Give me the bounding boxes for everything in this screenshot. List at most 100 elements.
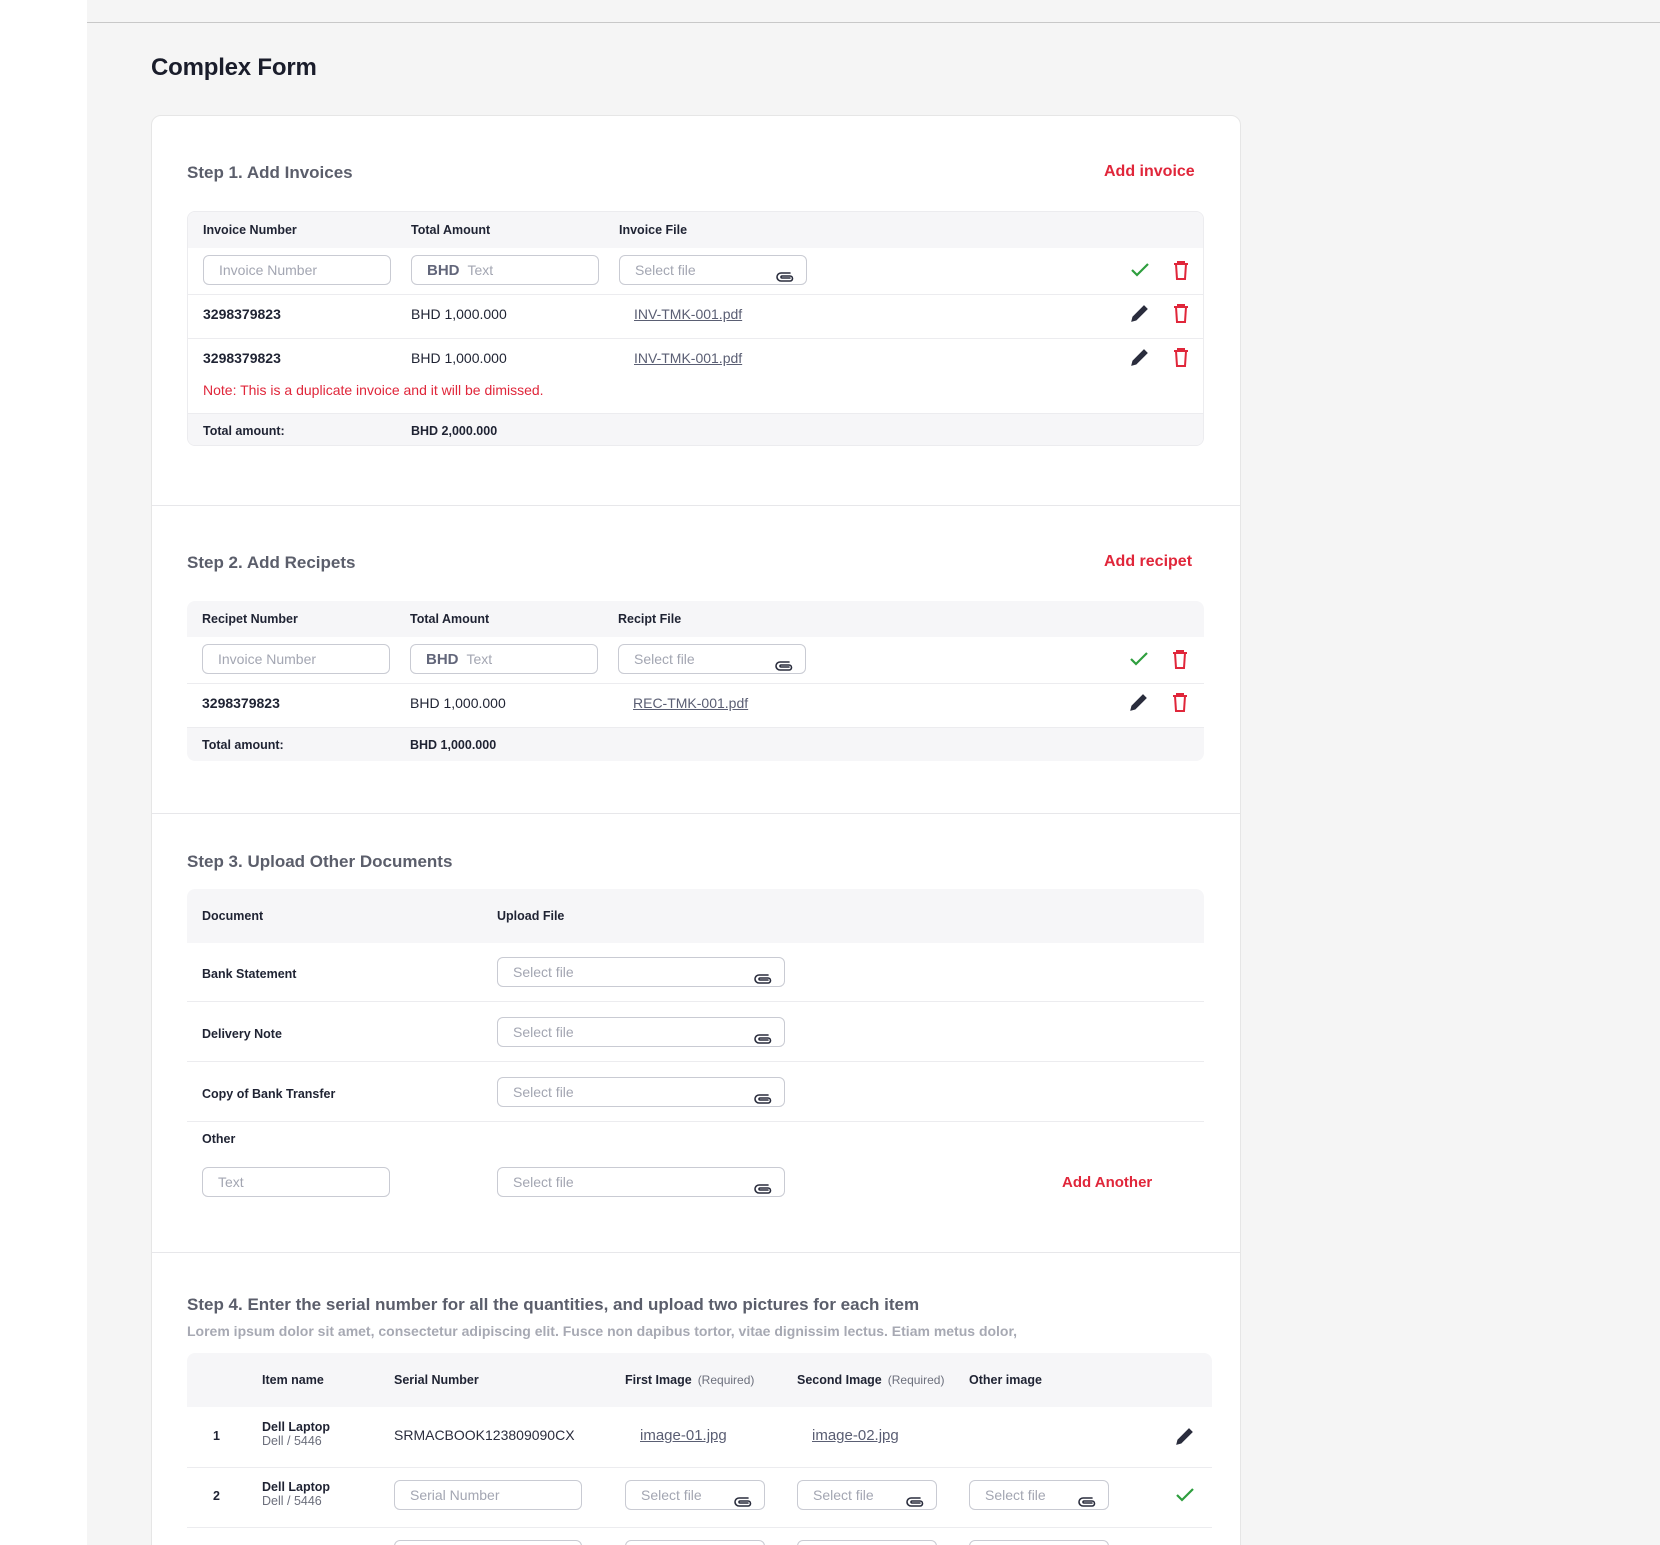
col-invoice-file: Invoice File [619,223,688,237]
file-placeholder: Select file [634,651,695,667]
bank-transfer-file-input[interactable]: Select file [497,1077,785,1107]
required-label: (Required) [887,1373,945,1387]
col-document: Document [202,909,264,923]
invoice-number-cell: 3298379823 [203,306,281,322]
recipet-file-input[interactable]: Select file [618,644,806,674]
trash-icon[interactable] [1169,691,1191,713]
recipet-amount-cell: BHD 1,000.000 [410,695,506,711]
step4-title: Step 4. Enter the serial number for all … [187,1295,920,1314]
total-value: BHD 2,000.000 [411,424,498,438]
total-value: BHD 1,000.000 [410,738,497,752]
second-image-file-input[interactable] [797,1540,937,1545]
recipets-table: Recipet Number Total Amount Recipt File … [187,601,1204,761]
first-image-file-input[interactable]: Select file [625,1480,765,1510]
second-image-file-input[interactable]: Select file [797,1480,937,1510]
recipet-number-input[interactable]: Invoice Number [202,644,390,674]
total-label: Total amount: [202,738,284,752]
file-placeholder: Select file [635,262,696,278]
document-label: Copy of Bank Transfer [202,1087,336,1101]
add-another-button[interactable]: Add Another [1062,1174,1152,1191]
col-total-amount: Total Amount [411,223,491,237]
document-label: Delivery Note [202,1027,282,1041]
check-icon[interactable] [1129,259,1151,281]
step1-section: Step 1. Add Invoices Add invoice Invoice… [152,116,1240,506]
invoice-amount-cell: BHD 1,000.000 [411,306,507,322]
items-table: Item name Serial Number First Image (Requ… [187,1353,1212,1545]
documents-table: Document Upload File Bank Statement Sele… [187,889,1204,1219]
paperclip-icon [754,1176,774,1204]
currency-prefix: BHD [426,651,459,668]
paperclip-icon [906,1489,926,1517]
invoice-amount-input[interactable]: BHD Text [411,255,599,285]
col-total-amount: Total Amount [410,612,490,626]
file-placeholder: Select file [513,964,574,980]
trash-icon[interactable] [1170,259,1192,281]
col-upload-file: Upload File [497,909,565,923]
paperclip-icon [754,1026,774,1054]
first-image-link[interactable]: image-01.jpg [640,1427,727,1444]
document-label: Bank Statement [202,967,297,981]
duplicate-note: Note: This is a duplicate invoice and it… [203,382,544,398]
check-icon[interactable] [1174,1484,1196,1506]
file-placeholder: Select file [513,1174,574,1190]
paperclip-icon [776,264,796,292]
other-document-file-input[interactable]: Select file [497,1167,785,1197]
add-invoice-button[interactable]: Add invoice [1104,163,1195,181]
row-index: 2 [213,1489,220,1503]
second-image-label: Second Image [797,1373,882,1387]
col-other-image: Other image [969,1373,1042,1387]
item-meta: Dell / 5446 [262,1494,322,1508]
invoices-total-row [188,413,1203,445]
paperclip-icon [754,966,774,994]
trash-icon[interactable] [1170,302,1192,324]
step3-title: Step 3. Upload Other Documents [187,852,453,871]
pencil-icon[interactable] [1129,302,1151,324]
pencil-icon[interactable] [1129,346,1151,368]
trash-icon[interactable] [1169,648,1191,670]
recipet-file-link[interactable]: REC-TMK-001.pdf [633,695,748,711]
other-image-file-input[interactable] [969,1540,1109,1545]
invoice-file-link[interactable]: INV-TMK-001.pdf [634,306,742,322]
invoice-number-input[interactable]: Invoice Number [203,255,391,285]
total-label: Total amount: [203,424,285,438]
step2-title: Step 2. Add Recipets [187,553,356,572]
serial-number-cell: SRMACBOOK123809090CX [394,1427,575,1443]
step3-section: Step 3. Upload Other Documents Document … [152,814,1240,1254]
pencil-icon[interactable] [1174,1425,1196,1447]
file-placeholder: Select file [513,1024,574,1040]
pencil-icon[interactable] [1128,691,1150,713]
paperclip-icon [1078,1489,1098,1517]
invoice-file-input[interactable]: Select file [619,255,807,285]
first-image-label: First Image [625,1373,692,1387]
other-image-file-input[interactable]: Select file [969,1480,1109,1510]
delivery-note-file-input[interactable]: Select file [497,1017,785,1047]
recipets-total-row [187,727,1204,761]
trash-icon[interactable] [1170,346,1192,368]
check-icon[interactable] [1128,648,1150,670]
page-title: Complex Form [151,54,317,81]
invoice-file-link[interactable]: INV-TMK-001.pdf [634,350,742,366]
add-recipet-button[interactable]: Add recipet [1104,553,1192,571]
col-invoice-number: Invoice Number [203,223,297,237]
recipet-amount-input[interactable]: BHD Text [410,644,598,674]
bank-statement-file-input[interactable]: Select file [497,957,785,987]
step1-title: Step 1. Add Invoices [187,163,353,182]
form-card: Step 1. Add Invoices Add invoice Invoice… [151,115,1241,1545]
col-first-image: First Image (Required) [625,1373,754,1387]
serial-number-input[interactable]: Serial Number [394,1480,582,1510]
second-image-link[interactable]: image-02.jpg [812,1427,899,1444]
first-image-file-input[interactable] [625,1540,765,1545]
amount-placeholder: Text [467,262,494,278]
paperclip-icon [754,1086,774,1114]
serial-number-input[interactable] [394,1540,582,1545]
file-placeholder: Select file [641,1487,702,1503]
col-serial-number: Serial Number [394,1373,479,1387]
col-recipt-file: Recipt File [618,612,682,626]
other-document-text-input[interactable]: Text [202,1167,390,1197]
step4-subtitle: Lorem ipsum dolor sit amet, consectetur … [187,1323,1018,1339]
other-label: Other [202,1132,236,1146]
invoices-table: Invoice Number Total Amount Invoice File… [187,211,1204,446]
required-label: (Required) [697,1373,755,1387]
step2-section: Step 2. Add Recipets Add recipet Recipet… [152,506,1240,801]
col-second-image: Second Image (Required) [797,1373,944,1387]
